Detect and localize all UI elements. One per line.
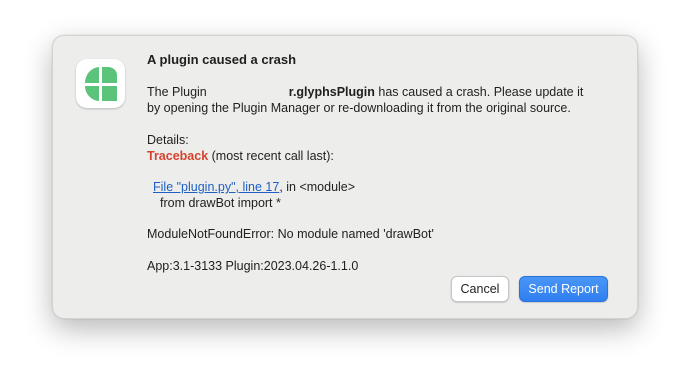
version-info: App:3.1-3133 Plugin:2023.04.26-1.1.0 [147, 259, 359, 273]
dialog-content: A plugin caused a crash The Plugin r.glyp… [147, 52, 617, 274]
message-line2: by opening the Plugin Manager or re-down… [147, 101, 571, 115]
plugin-name: r.glyphsPlugin [288, 85, 375, 99]
crash-message: The Plugin r.glyphsPlugin has caused a cr… [147, 84, 617, 116]
traceback-file-link[interactable]: File "plugin.py", line 17 [153, 180, 279, 194]
glyphs-app-icon [76, 59, 125, 108]
dialog-title: A plugin caused a crash [147, 52, 297, 67]
error-message: ModuleNotFoundError: No module named 'dr… [147, 227, 434, 241]
traceback-frame: File "plugin.py", line 17, in <module> f… [153, 179, 617, 211]
send-report-button[interactable]: Send Report [519, 276, 608, 302]
message-line1-suffix: has caused a crash. Please update it [374, 85, 584, 99]
frame-link-suffix: , in <module> [279, 180, 356, 194]
frame-code: from drawBot import * [160, 196, 281, 210]
message-prefix: The Plugin [147, 85, 207, 99]
traceback-word: Traceback [147, 149, 209, 163]
traceback-rest: (most recent call last): [208, 149, 334, 163]
details-label: Details: [147, 133, 189, 147]
glyphs-logo-icon [84, 67, 117, 101]
crash-dialog: A plugin caused a crash The Plugin r.glyp… [52, 35, 638, 319]
cancel-button[interactable]: Cancel [451, 276, 509, 302]
traceback-header: Traceback (most recent call last): [147, 148, 617, 164]
